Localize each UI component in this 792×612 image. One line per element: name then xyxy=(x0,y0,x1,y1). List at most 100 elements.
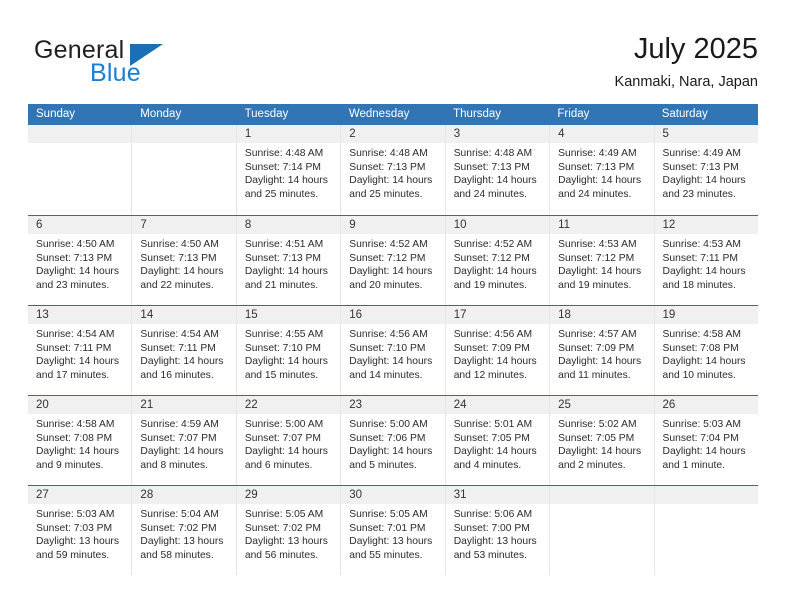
day-sun-info: Sunrise: 4:48 AM Sunset: 7:14 PM Daylight:… xyxy=(237,143,340,201)
day-cell[interactable]: 23 Sunrise: 5:00 AM Sunset: 7:06 PM Dayligh… xyxy=(341,396,446,485)
day-cell[interactable]: 28 Sunrise: 5:04 AM Sunset: 7:02 PM Dayligh… xyxy=(132,486,237,575)
day-cell[interactable]: 1 Sunrise: 4:48 AM Sunset: 7:14 PM Daylight… xyxy=(236,125,342,215)
day-cell[interactable]: 13 Sunrise: 4:54 AM Sunset: 7:11 PM Dayligh… xyxy=(28,306,133,395)
weekday-header-saturday: Saturday xyxy=(661,108,708,120)
title-block: July 2025 Kanmaki, Nara, Japan xyxy=(615,32,758,92)
weekday-header-wednesday: Wednesday xyxy=(348,108,410,120)
day-number: 18 xyxy=(550,306,654,324)
day-cell[interactable]: 7 Sunrise: 4:50 AM Sunset: 7:13 PM Daylight… xyxy=(132,216,237,305)
weekday-header-friday: Friday xyxy=(557,108,590,120)
sunset-text: Sunset: 7:05 PM xyxy=(453,432,530,444)
daylight-text-line2: and 21 minutes. xyxy=(244,279,319,291)
daylight-text-line1: Daylight: 14 hours xyxy=(349,175,433,187)
day-cell[interactable]: 24 Sunrise: 5:01 AM Sunset: 7:05 PM Dayligh… xyxy=(445,396,551,485)
day-sun-info: Sunrise: 5:00 AM Sunset: 7:06 PM Daylight:… xyxy=(341,414,444,472)
day-cell-empty xyxy=(654,486,758,575)
daylight-text-line1: Daylight: 14 hours xyxy=(349,356,433,368)
day-cell[interactable]: 17 Sunrise: 4:56 AM Sunset: 7:09 PM Dayligh… xyxy=(445,306,551,395)
daylight-text-line2: and 5 minutes. xyxy=(349,459,417,471)
day-cell[interactable]: 5 Sunrise: 4:49 AM Sunset: 7:13 PM Daylight… xyxy=(654,125,758,215)
day-sun-info: Sunrise: 4:51 AM Sunset: 7:13 PM Daylight:… xyxy=(237,234,340,292)
day-number: 2 xyxy=(341,125,445,143)
sunrise-text: Sunrise: 4:55 AM xyxy=(244,329,324,340)
day-cell[interactable]: 29 Sunrise: 5:05 AM Sunset: 7:02 PM Dayligh… xyxy=(236,486,342,575)
day-cell[interactable]: 26 Sunrise: 5:03 AM Sunset: 7:04 PM Dayligh… xyxy=(654,396,758,485)
sunrise-text: Sunrise: 5:00 AM xyxy=(244,419,324,430)
day-sun-info: Sunrise: 4:48 AM Sunset: 7:13 PM Daylight:… xyxy=(446,143,549,201)
day-cell[interactable]: 4 Sunrise: 4:49 AM Sunset: 7:13 PM Daylight… xyxy=(550,125,655,215)
day-cell[interactable]: 10 Sunrise: 4:52 AM Sunset: 7:12 PM Dayligh… xyxy=(445,216,551,305)
day-sun-info: Sunrise: 4:59 AM Sunset: 7:07 PM Daylight:… xyxy=(132,414,235,472)
sunset-text: Sunset: 7:06 PM xyxy=(349,432,426,444)
day-cell[interactable]: 20 Sunrise: 4:58 AM Sunset: 7:08 PM Dayligh… xyxy=(28,396,133,485)
day-cell[interactable]: 3 Sunrise: 4:48 AM Sunset: 7:13 PM Daylight… xyxy=(445,125,551,215)
day-cell[interactable]: 19 Sunrise: 4:58 AM Sunset: 7:08 PM Dayligh… xyxy=(654,306,758,395)
day-cell[interactable]: 9 Sunrise: 4:52 AM Sunset: 7:12 PM Daylight… xyxy=(341,216,446,305)
day-cell[interactable]: 25 Sunrise: 5:02 AM Sunset: 7:05 PM Dayligh… xyxy=(550,396,655,485)
daylight-text-line2: and 14 minutes. xyxy=(349,369,423,381)
daylight-text-line1: Daylight: 13 hours xyxy=(140,536,224,548)
daylight-text-line1: Daylight: 14 hours xyxy=(140,266,224,278)
day-sun-info: Sunrise: 5:05 AM Sunset: 7:01 PM Daylight:… xyxy=(341,504,444,562)
daylight-text-line2: and 15 minutes. xyxy=(244,369,319,381)
day-sun-info: Sunrise: 4:50 AM Sunset: 7:13 PM Daylight:… xyxy=(28,234,131,292)
day-sun-info: Sunrise: 4:53 AM Sunset: 7:11 PM Daylight:… xyxy=(655,234,758,292)
day-cell[interactable]: 31 Sunrise: 5:06 AM Sunset: 7:00 PM Dayligh… xyxy=(445,486,551,575)
day-number: 16 xyxy=(341,306,445,324)
daylight-text-line1: Daylight: 14 hours xyxy=(140,446,224,458)
day-sun-info: Sunrise: 5:03 AM Sunset: 7:03 PM Daylight:… xyxy=(28,504,131,562)
daylight-text-line2: and 1 minute. xyxy=(662,459,725,471)
sunrise-text: Sunrise: 5:06 AM xyxy=(453,509,533,520)
sunrise-text: Sunrise: 4:53 AM xyxy=(558,239,637,250)
sunset-text: Sunset: 7:10 PM xyxy=(244,342,321,354)
daylight-text-line1: Daylight: 14 hours xyxy=(558,175,642,187)
day-cell[interactable]: 30 Sunrise: 5:05 AM Sunset: 7:01 PM Dayligh… xyxy=(341,486,446,575)
day-sun-info: Sunrise: 4:57 AM Sunset: 7:09 PM Daylight:… xyxy=(550,324,653,382)
daylight-text-line2: and 25 minutes. xyxy=(244,188,319,200)
day-cell[interactable]: 21 Sunrise: 4:59 AM Sunset: 7:07 PM Dayligh… xyxy=(132,396,237,485)
daylight-text-line1: Daylight: 13 hours xyxy=(349,536,433,548)
day-sun-info: Sunrise: 5:06 AM Sunset: 7:00 PM Daylight:… xyxy=(446,504,549,562)
daylight-text-line2: and 24 minutes. xyxy=(558,188,632,200)
day-sun-info: Sunrise: 4:48 AM Sunset: 7:13 PM Daylight:… xyxy=(341,143,444,201)
day-cell[interactable]: 8 Sunrise: 4:51 AM Sunset: 7:13 PM Daylight… xyxy=(236,216,342,305)
day-cell-empty xyxy=(132,125,237,215)
sunrise-text: Sunrise: 4:58 AM xyxy=(36,419,115,430)
day-cell[interactable]: 15 Sunrise: 4:55 AM Sunset: 7:10 PM Dayligh… xyxy=(236,306,342,395)
day-sun-info: Sunrise: 4:56 AM Sunset: 7:09 PM Daylight:… xyxy=(446,324,549,382)
day-sun-info: Sunrise: 4:56 AM Sunset: 7:10 PM Daylight:… xyxy=(341,324,444,382)
daylight-text-line2: and 12 minutes. xyxy=(453,369,527,381)
weekday-header-monday: Monday xyxy=(140,108,182,120)
day-number: 28 xyxy=(132,486,236,504)
day-sun-info: Sunrise: 5:00 AM Sunset: 7:07 PM Daylight:… xyxy=(237,414,340,472)
day-number xyxy=(654,486,758,504)
sunrise-text: Sunrise: 5:04 AM xyxy=(140,509,219,520)
day-cell[interactable]: 11 Sunrise: 4:53 AM Sunset: 7:12 PM Dayligh… xyxy=(550,216,655,305)
day-cell[interactable]: 18 Sunrise: 4:57 AM Sunset: 7:09 PM Dayligh… xyxy=(550,306,655,395)
sunset-text: Sunset: 7:01 PM xyxy=(349,522,426,534)
page-title: July 2025 xyxy=(633,33,758,65)
general-blue-logo[interactable]: General Blue xyxy=(34,36,264,88)
daylight-text-line1: Daylight: 14 hours xyxy=(662,356,746,368)
day-cell[interactable]: 16 Sunrise: 4:56 AM Sunset: 7:10 PM Dayligh… xyxy=(341,306,446,395)
daylight-text-line1: Daylight: 14 hours xyxy=(453,356,537,368)
day-number: 13 xyxy=(28,306,132,324)
day-cell[interactable]: 14 Sunrise: 4:54 AM Sunset: 7:11 PM Dayligh… xyxy=(132,306,237,395)
daylight-text-line1: Daylight: 14 hours xyxy=(244,446,328,458)
sunset-text: Sunset: 7:10 PM xyxy=(349,342,426,354)
day-sun-info: Sunrise: 4:52 AM Sunset: 7:12 PM Daylight:… xyxy=(446,234,549,292)
sunrise-text: Sunrise: 4:56 AM xyxy=(453,329,533,340)
day-number: 11 xyxy=(550,216,654,234)
daylight-text-line2: and 23 minutes. xyxy=(36,279,110,291)
sunrise-text: Sunrise: 4:57 AM xyxy=(558,329,637,340)
day-cell[interactable]: 22 Sunrise: 5:00 AM Sunset: 7:07 PM Dayligh… xyxy=(236,396,342,485)
day-cell-empty xyxy=(28,125,133,215)
day-number: 20 xyxy=(28,396,132,414)
daylight-text-line1: Daylight: 14 hours xyxy=(662,446,746,458)
day-cell[interactable]: 2 Sunrise: 4:48 AM Sunset: 7:13 PM Daylight… xyxy=(341,125,446,215)
day-cell[interactable]: 27 Sunrise: 5:03 AM Sunset: 7:03 PM Dayligh… xyxy=(28,486,133,575)
day-cell[interactable]: 12 Sunrise: 4:53 AM Sunset: 7:11 PM Dayligh… xyxy=(654,216,758,305)
sunset-text: Sunset: 7:13 PM xyxy=(662,161,739,173)
day-cell[interactable]: 6 Sunrise: 4:50 AM Sunset: 7:13 PM Daylight… xyxy=(28,216,133,305)
daylight-text-line2: and 10 minutes. xyxy=(662,369,736,381)
